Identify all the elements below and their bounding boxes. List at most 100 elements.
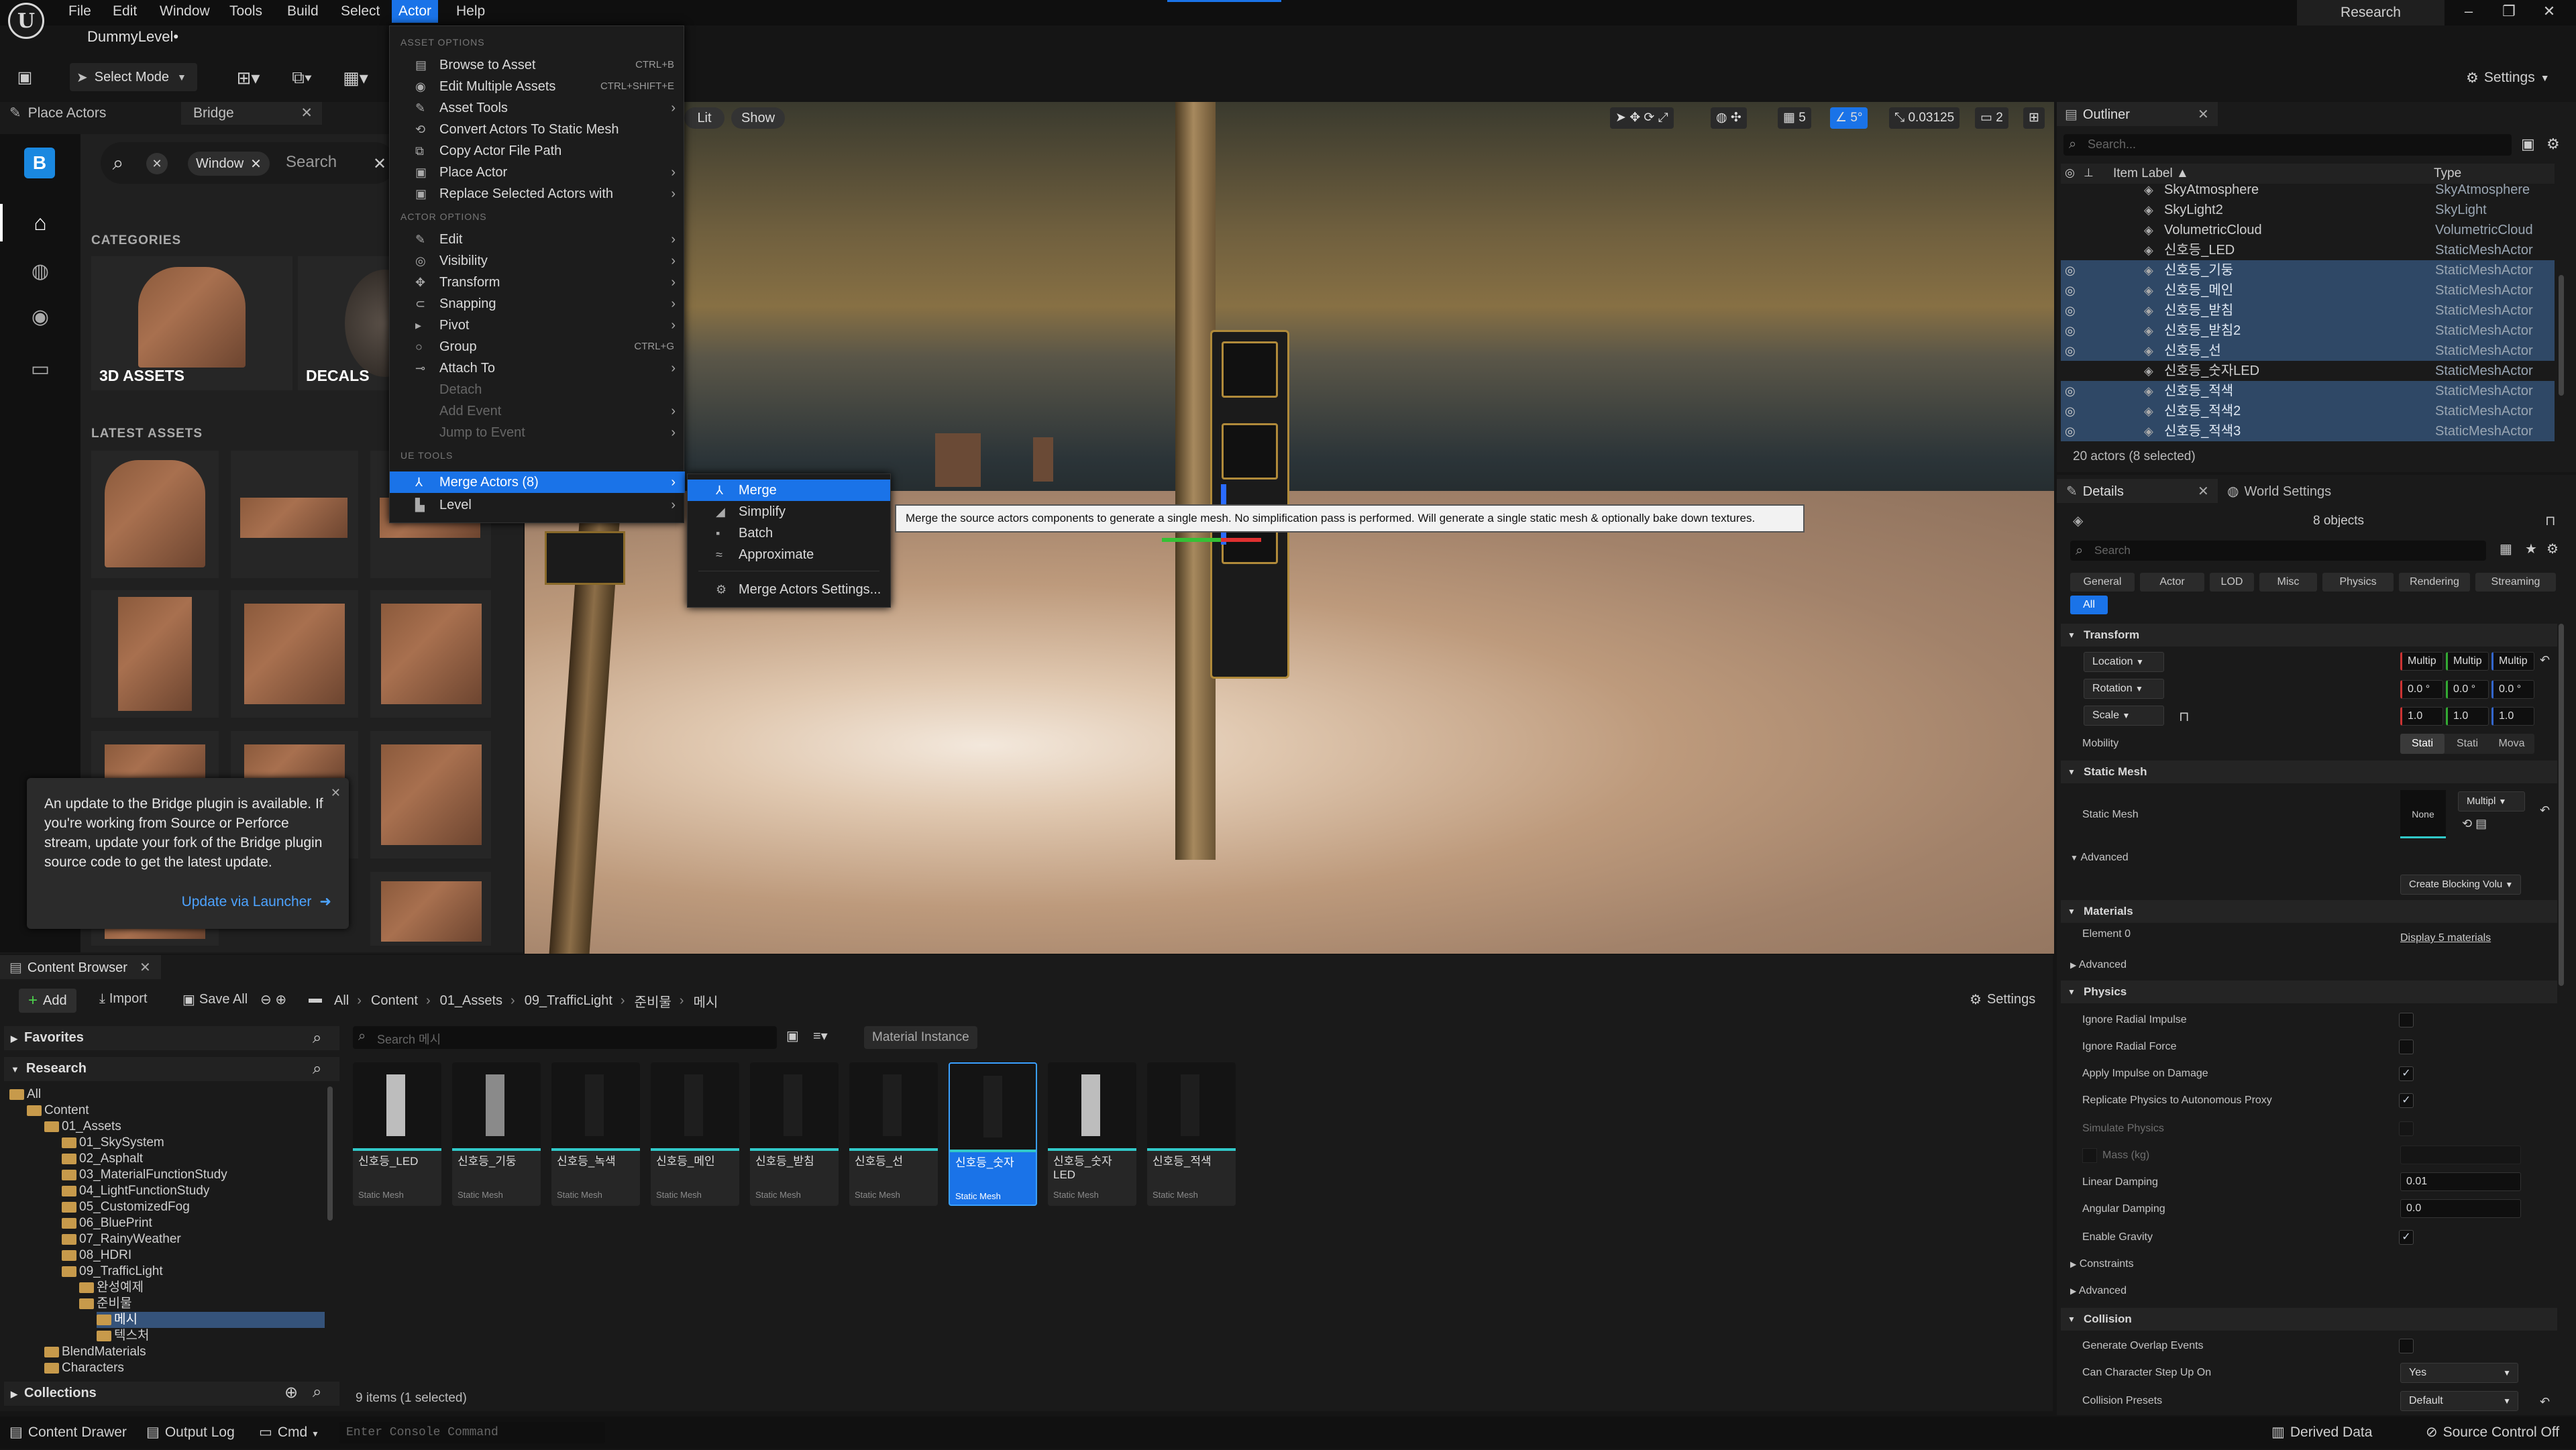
tree-folder[interactable]: Content xyxy=(27,1103,325,1119)
rotation-x-input[interactable]: 0.0 ° xyxy=(2400,680,2443,699)
angle-snap-toggle[interactable]: ∠ 5° xyxy=(1830,107,1868,129)
static-mesh-thumbnail[interactable]: None xyxy=(2400,790,2446,838)
menu-visibility[interactable]: ◎ Visibility › xyxy=(390,250,685,272)
menu-place-actor[interactable]: ▣ Place Actor › xyxy=(390,162,685,183)
tree-folder[interactable]: 07_RainyWeather xyxy=(62,1231,325,1247)
close-toast-icon[interactable]: ✕ xyxy=(331,783,341,803)
blueprint-icon[interactable]: ⧉▾ xyxy=(282,64,322,91)
eye-icon[interactable]: ◎ xyxy=(2065,280,2076,300)
home-icon[interactable]: ⌂ xyxy=(27,209,54,236)
derived-data-button[interactable]: ▥ Derived Data xyxy=(2271,1416,2372,1449)
eye-icon[interactable]: ◎ xyxy=(2065,401,2076,421)
outliner-row[interactable]: ◈ SkyLight2 SkyLight xyxy=(2061,200,2555,220)
mobility-toggle[interactable]: Stati Stati Mova xyxy=(2400,734,2534,754)
reset-icon[interactable]: ↶ xyxy=(2540,653,2550,667)
tree-folder[interactable]: 텍스처 xyxy=(97,1328,325,1344)
level-tab[interactable]: DummyLevel• xyxy=(87,28,178,46)
breadcrumb-separator-icon[interactable]: › xyxy=(621,993,625,1009)
rotation-dropdown[interactable]: Rotation ▼ xyxy=(2084,679,2164,699)
add-content-icon[interactable]: ⊞▾ xyxy=(228,64,268,91)
settings-button[interactable]: ⚙ Settings ▼ xyxy=(2466,64,2550,91)
search-icon[interactable]: ⌕ xyxy=(313,1383,321,1402)
asset-card[interactable]: 신호등_적색 Static Mesh xyxy=(1147,1062,1236,1206)
cinematics-icon[interactable]: ▦▾ xyxy=(335,64,376,91)
outliner-row[interactable]: ◎ ◈ 신호등_메인 StaticMeshActor xyxy=(2061,280,2555,300)
outliner-row[interactable]: ◎ ◈ 신호등_적색2 StaticMeshActor xyxy=(2061,401,2555,421)
advanced-row[interactable]: ▼ Advanced xyxy=(2070,852,2129,864)
filter-general[interactable]: General xyxy=(2070,573,2135,592)
material-instance-filter[interactable]: Material Instance xyxy=(864,1026,977,1049)
breadcrumb-separator-icon[interactable]: › xyxy=(680,993,684,1009)
filter-physics[interactable]: Physics xyxy=(2322,573,2394,592)
unreal-logo-icon[interactable]: U xyxy=(8,3,44,39)
location-x-input[interactable]: Multip xyxy=(2400,652,2443,671)
eye-icon[interactable]: ◎ xyxy=(2065,321,2076,341)
save-search-icon[interactable]: ▣ xyxy=(786,1027,799,1044)
latest-asset-tile[interactable] xyxy=(91,590,219,718)
submenu-merge[interactable]: ⅄ Merge xyxy=(688,480,890,501)
search-icon[interactable]: ⌕ xyxy=(313,1060,321,1078)
update-launcher-link[interactable]: Update via Launcher ➜ xyxy=(182,892,331,911)
breadcrumb-item[interactable]: Content xyxy=(371,993,418,1009)
outliner-row[interactable]: ◎ ◈ 신호등_적색 StaticMeshActor xyxy=(2061,381,2555,401)
asset-card[interactable]: 신호등_LED Static Mesh xyxy=(353,1062,441,1206)
outliner-row[interactable]: ◎ ◈ 신호등_받침 StaticMeshActor xyxy=(2061,300,2555,321)
latest-asset-tile[interactable] xyxy=(370,872,491,946)
enable-gravity-checkbox[interactable]: ✓ xyxy=(2399,1230,2414,1245)
breadcrumb-item[interactable]: All xyxy=(334,993,349,1009)
latest-asset-tile[interactable] xyxy=(370,731,491,858)
menu-edit[interactable]: Edit xyxy=(106,0,144,23)
filter-lod[interactable]: LOD xyxy=(2210,573,2254,592)
cmd-dropdown[interactable]: ▭ Cmd ▼ xyxy=(259,1416,319,1449)
outliner-row[interactable]: ◈ 신호등_LED StaticMeshActor xyxy=(2061,240,2555,260)
static-mesh-section[interactable]: ▼ Static Mesh xyxy=(2061,761,2557,783)
outliner-row[interactable]: ◈ VolumetricCloud VolumetricCloud xyxy=(2061,220,2555,240)
star-icon[interactable]: ★ xyxy=(2525,541,2537,557)
menu-transform[interactable]: ✥ Transform › xyxy=(390,272,685,293)
advanced-row[interactable]: ▶ Advanced xyxy=(2070,959,2127,971)
submenu-approximate[interactable]: ≈ Approximate xyxy=(688,544,890,565)
mobility-static[interactable]: Stati xyxy=(2400,734,2445,754)
outliner-scrollbar[interactable] xyxy=(2559,275,2564,396)
tree-folder[interactable]: BlendMaterials xyxy=(44,1344,325,1360)
menu-actor[interactable]: Actor xyxy=(392,0,439,23)
breadcrumb-item[interactable]: 01_Assets xyxy=(440,993,502,1009)
camera-speed-button[interactable]: ▭ 2 xyxy=(1975,107,2008,129)
type-column[interactable]: Type xyxy=(2434,166,2461,181)
outliner-row[interactable]: ◎ ◈ 신호등_선 StaticMeshActor xyxy=(2061,341,2555,361)
filter-misc[interactable]: Misc xyxy=(2259,573,2317,592)
output-log-button[interactable]: ▤ Output Log xyxy=(146,1416,235,1449)
tree-folder[interactable]: 메시 xyxy=(97,1312,325,1328)
tree-folder[interactable]: 08_HDRI xyxy=(62,1247,325,1264)
import-button[interactable]: ⤓ Import xyxy=(99,991,148,1007)
filter-all[interactable]: All xyxy=(2070,596,2108,614)
menu-level[interactable]: ▙ Level › xyxy=(390,494,685,516)
menu-browse-to-asset[interactable]: ▤ Browse to Asset CTRL+B xyxy=(390,54,685,76)
grid-snap-toggle[interactable]: ▦ 5 xyxy=(1778,107,1811,129)
menu-replace-selected-actors[interactable]: ▣ Replace Selected Actors with › xyxy=(390,183,685,205)
tree-folder[interactable]: 05_CustomizedFog xyxy=(62,1199,325,1215)
menu-edit[interactable]: ✎ Edit › xyxy=(390,229,685,250)
breadcrumb-separator-icon[interactable]: › xyxy=(357,993,362,1009)
scale-snap-toggle[interactable]: ⤡ 0.03125 xyxy=(1889,107,1960,129)
menu-help[interactable]: Help xyxy=(449,0,492,23)
menu-select[interactable]: Select xyxy=(334,0,386,23)
gear-icon[interactable]: ⚙ xyxy=(2546,541,2559,557)
asset-card[interactable]: 신호등_받침 Static Mesh xyxy=(750,1062,839,1206)
tree-folder[interactable]: 01_Assets xyxy=(44,1119,325,1135)
rotation-z-input[interactable]: 0.0 ° xyxy=(2491,680,2534,699)
gizmo-y-axis[interactable] xyxy=(1162,538,1222,542)
gear-icon[interactable]: ⚙ xyxy=(2546,135,2560,153)
save-all-button[interactable]: ▣ Save All xyxy=(182,991,248,1008)
asset-card[interactable]: 신호등_숫자LED Static Mesh xyxy=(1048,1062,1136,1206)
outliner-row[interactable]: ◈ SkyAtmosphere SkyAtmosphere xyxy=(2061,180,2555,200)
eye-icon[interactable]: ◎ xyxy=(2065,381,2076,401)
angular-damping-input[interactable]: 0.0 xyxy=(2400,1199,2521,1218)
research-button[interactable]: Research xyxy=(2297,0,2445,25)
place-actors-tab[interactable]: ✎ Place Actors xyxy=(9,102,106,125)
breadcrumb-item[interactable]: 메시 xyxy=(693,991,718,1011)
save-icon[interactable]: ▣ xyxy=(15,67,35,87)
create-blocking-volume-dropdown[interactable]: Create Blocking Volu ▼ xyxy=(2400,875,2521,895)
tree-folder[interactable]: 02_Asphalt xyxy=(62,1151,325,1167)
menu-attach-to[interactable]: ⊸ Attach To › xyxy=(390,357,685,379)
